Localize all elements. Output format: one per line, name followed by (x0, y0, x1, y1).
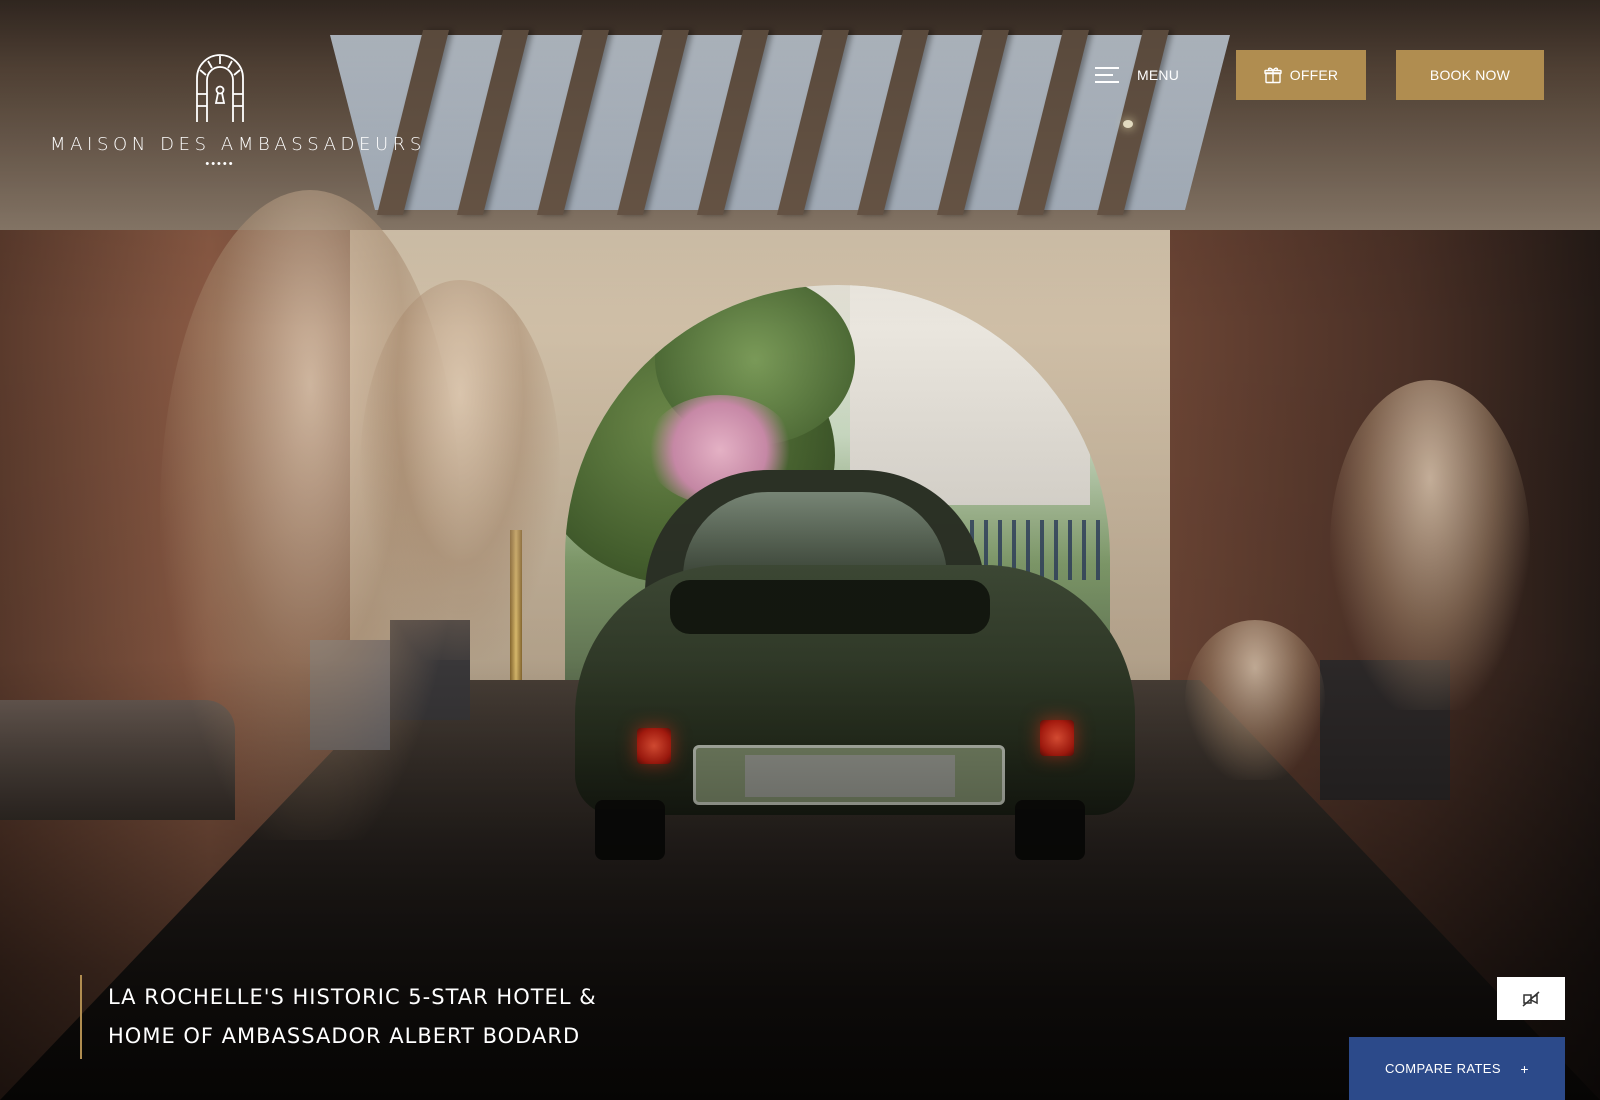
book-now-button[interactable]: BOOK NOW (1396, 50, 1544, 100)
offer-button[interactable]: OFFER (1236, 50, 1366, 100)
archway-logo-icon (196, 54, 244, 122)
menu-button[interactable]: MENU (1095, 62, 1179, 88)
video-off-icon (1522, 990, 1540, 1007)
hero-tagline: LA ROCHELLE'S HISTORIC 5-STAR HOTEL & HO… (80, 975, 597, 1059)
video-toggle-button[interactable] (1497, 977, 1565, 1020)
offer-label: OFFER (1289, 67, 1339, 83)
gift-icon (1264, 67, 1282, 84)
compare-rates-label: COMPARE RATES (1385, 1061, 1501, 1076)
tagline-line-1: LA ROCHELLE'S HISTORIC 5-STAR HOTEL & (108, 985, 597, 1009)
compare-rates-button[interactable]: COMPARE RATES + (1349, 1037, 1565, 1100)
hamburger-icon (1095, 66, 1119, 84)
site-logo[interactable]: MAISON DES AMBASSADEURS ••••• (50, 48, 426, 171)
logo-ornament: ••••• (205, 158, 235, 170)
book-now-label: BOOK NOW (1429, 67, 1511, 83)
tagline-line-2: HOME OF AMBASSADOR ALBERT BODARD (108, 1024, 581, 1048)
logo-wordmark: MAISON DES AMBASSADEURS (50, 134, 426, 155)
menu-label: MENU (1137, 67, 1180, 83)
plus-icon: + (1520, 1060, 1529, 1077)
